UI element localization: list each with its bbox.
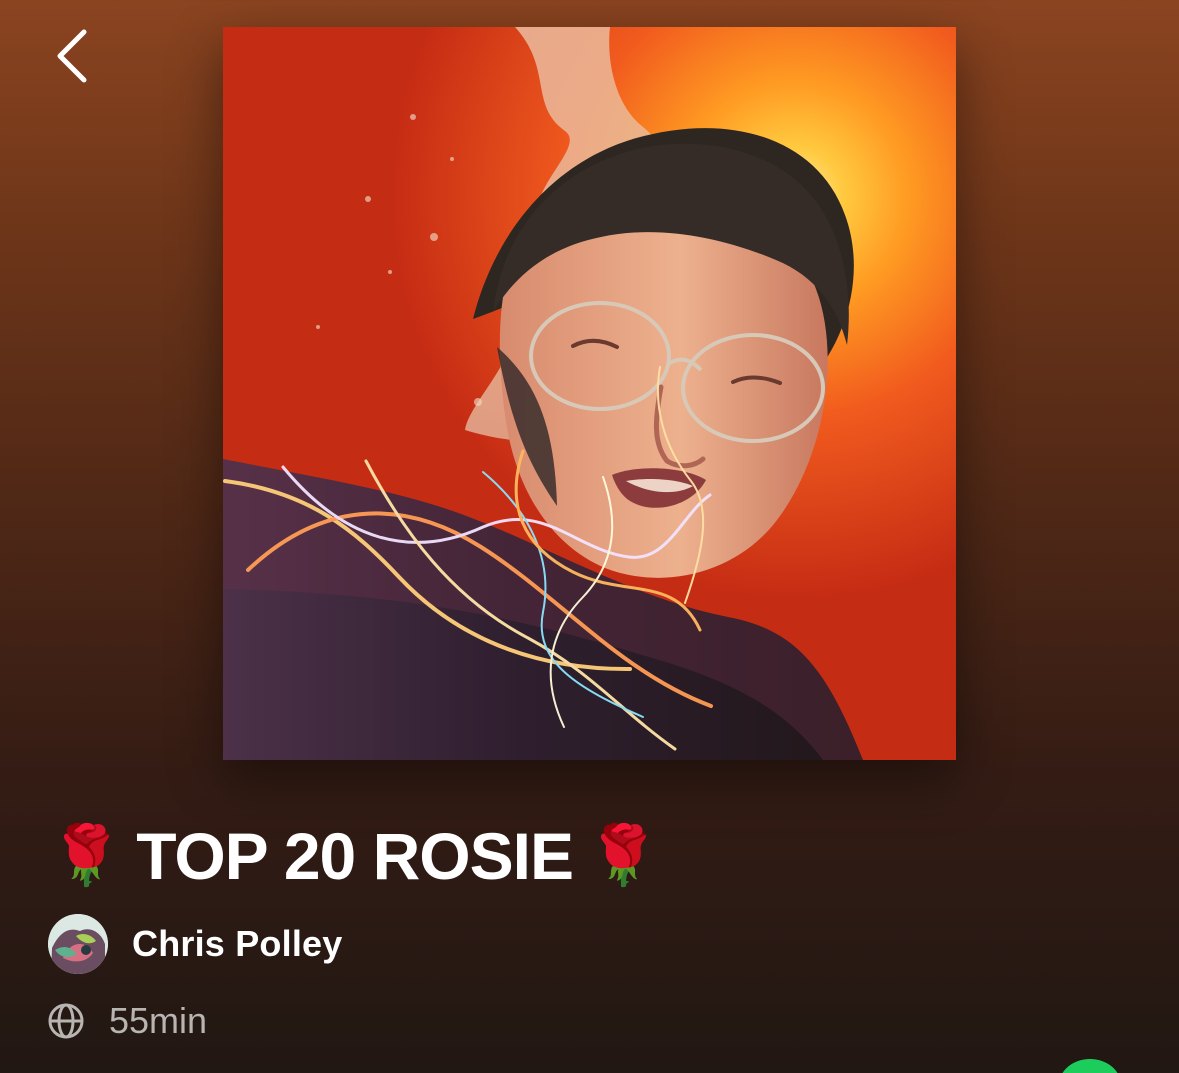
playlist-owner[interactable]: Chris Polley	[48, 914, 342, 974]
user-avatar	[48, 914, 108, 974]
playlist-duration: 55min	[109, 1000, 208, 1041]
rose-icon: 🌹	[586, 823, 660, 888]
owner-name: Chris Polley	[132, 923, 343, 964]
chevron-left-icon	[57, 29, 87, 83]
playlist-cover-art	[223, 27, 956, 760]
playlist-meta: 55min	[47, 1000, 207, 1042]
playlist-title-row: 🌹 TOP 20 ROSIE 🌹	[50, 815, 659, 897]
globe-icon	[48, 1003, 84, 1039]
back-button[interactable]	[42, 26, 102, 86]
play-button-edge[interactable]	[1059, 1059, 1121, 1073]
playlist-title: TOP 20 ROSIE	[136, 819, 574, 893]
rose-icon: 🌹	[50, 823, 123, 888]
